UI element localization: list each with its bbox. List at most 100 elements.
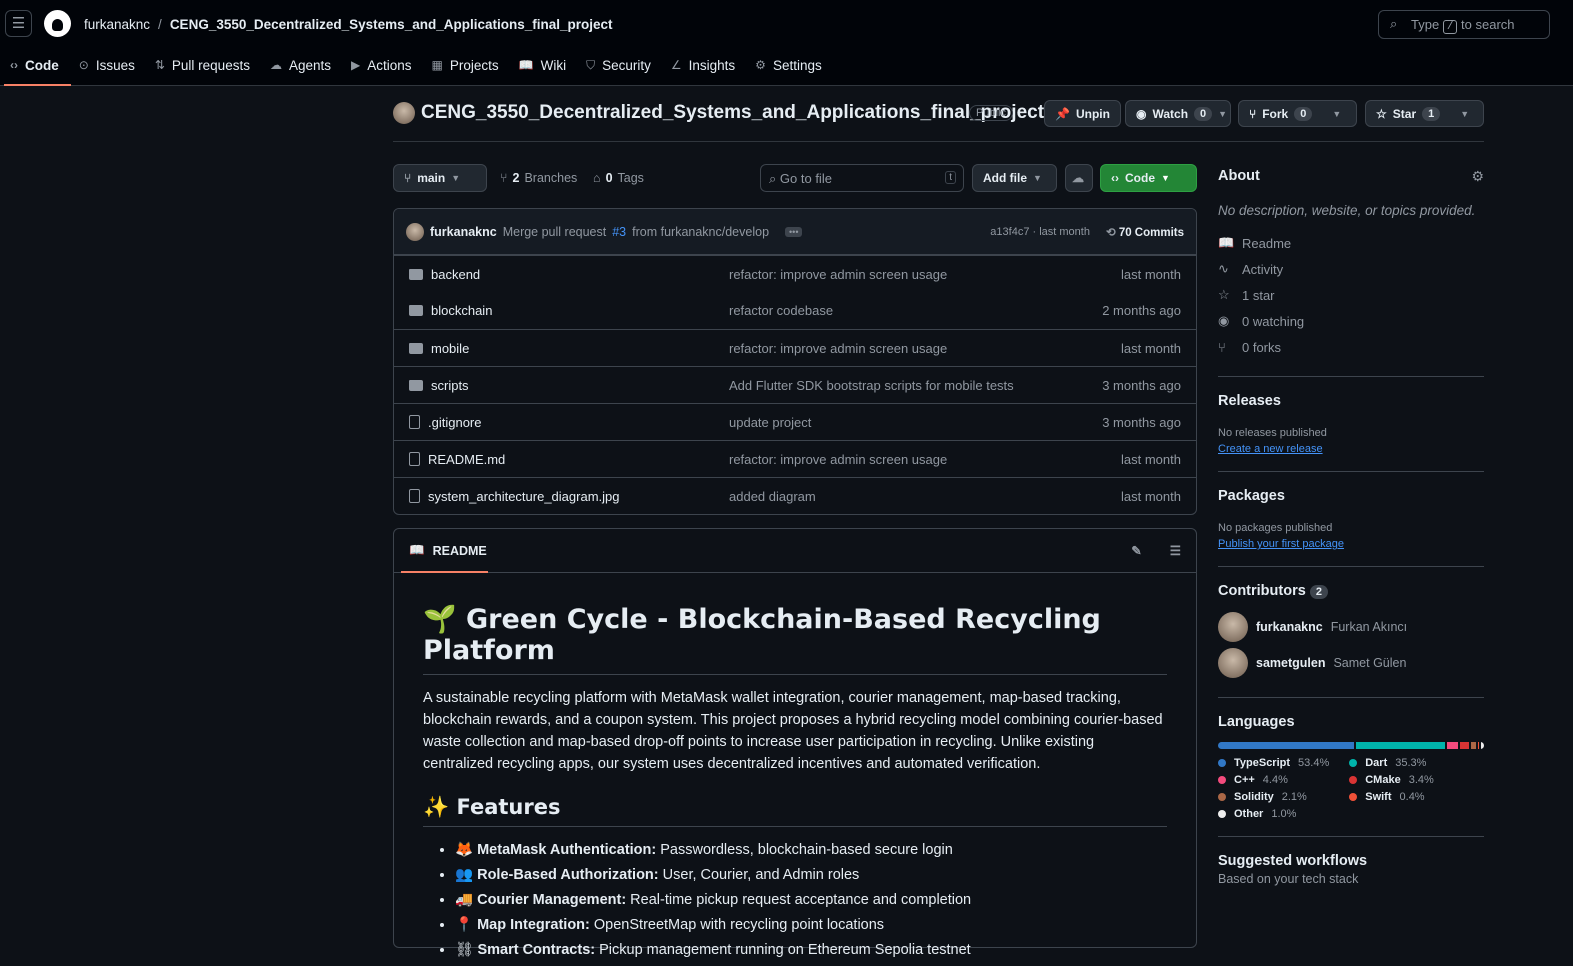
- chevron-down-icon: ▼: [1161, 173, 1170, 183]
- github-logo-icon[interactable]: [44, 10, 71, 37]
- file-icon: [409, 489, 420, 503]
- repo-link[interactable]: CENG_3550_Decentralized_Systems_and_Appl…: [170, 17, 613, 32]
- ellipsis-button[interactable]: •••: [785, 226, 803, 237]
- language-item[interactable]: Solidity 2.1%: [1218, 791, 1329, 803]
- about-item-icon: 📖: [1218, 235, 1235, 250]
- outline-icon[interactable]: ☰: [1170, 543, 1181, 558]
- table-row[interactable]: backend refactor: improve admin screen us…: [394, 255, 1196, 292]
- gear-icon[interactable]: ⚙: [1471, 168, 1484, 185]
- chevron-down-icon[interactable]: ▼: [1460, 109, 1469, 119]
- tab-insights[interactable]: ∠ Insights: [661, 52, 745, 78]
- tag-icon: ⌂: [593, 171, 601, 185]
- about-item[interactable]: ◉ 0 watching: [1218, 308, 1484, 334]
- insights-icon: ∠: [670, 58, 682, 72]
- table-row[interactable]: .gitignore update project 3 months ago: [394, 403, 1196, 440]
- tab-wiki[interactable]: 📖 Wiki: [509, 52, 576, 78]
- tab-issues[interactable]: ⊙ Issues: [69, 52, 145, 78]
- branch-select[interactable]: ⑂ main ▼: [393, 164, 487, 192]
- branches-link[interactable]: ⑂ 2 Branches: [500, 171, 577, 185]
- tab-readme[interactable]: 📖 README ✎ ☰: [394, 529, 1196, 573]
- file-icon: [409, 415, 420, 429]
- star-button[interactable]: ☆ Star 1 ▼: [1365, 100, 1484, 127]
- add-file-button[interactable]: Add file ▼: [972, 164, 1057, 192]
- table-row[interactable]: scripts Add Flutter SDK bootstrap scripts…: [394, 366, 1196, 403]
- contributor[interactable]: furkanaknc Furkan Akıncı: [1218, 609, 1484, 645]
- about-item[interactable]: 📖 Readme: [1218, 230, 1484, 256]
- search-icon: ⌕: [1390, 16, 1398, 31]
- language-dot-icon: [1218, 759, 1226, 767]
- tags-link[interactable]: ⌂ 0 Tags: [593, 171, 644, 185]
- create-release-link[interactable]: Create a new release: [1218, 443, 1323, 455]
- language-item[interactable]: TypeScript 53.4%: [1218, 757, 1329, 769]
- language-dot-icon: [1218, 776, 1226, 784]
- language-segment: [1355, 742, 1446, 749]
- go-to-file-input[interactable]: ⌕ Go to file t: [760, 164, 964, 192]
- pull-requests-icon: ⇅: [154, 58, 165, 72]
- language-item[interactable]: Other 1.0%: [1218, 808, 1329, 820]
- chevron-down-icon[interactable]: ▼: [1218, 109, 1227, 119]
- owner-avatar[interactable]: [393, 102, 415, 124]
- folder-icon: [409, 305, 423, 316]
- list-item: 👥 Role-Based Authorization: User, Courie…: [455, 866, 1167, 891]
- about-item-icon: ∿: [1218, 261, 1229, 276]
- avatar: [406, 222, 424, 241]
- language-item[interactable]: Swift 0.4%: [1349, 791, 1434, 803]
- fork-button[interactable]: ⑂ Fork 0 ▼: [1238, 100, 1357, 127]
- tab-security[interactable]: ⛉ Security: [576, 52, 661, 78]
- about-item[interactable]: ⑂ 0 forks: [1218, 334, 1484, 360]
- contributors-heading[interactable]: Contributors 2: [1218, 583, 1484, 599]
- pin-icon: 📌: [1055, 106, 1070, 121]
- global-header: ☰ furkanaknc / CENG_3550_Decentralized_Sys…: [0, 0, 1573, 86]
- language-segment: [1460, 742, 1470, 749]
- features-list: 🦊 MetaMask Authentication: Passwordless,…: [423, 841, 1167, 966]
- sidebar: About ⚙ No description, website, or topic…: [1218, 168, 1484, 886]
- divider: [393, 141, 1484, 142]
- language-item[interactable]: Dart 35.3%: [1349, 757, 1434, 769]
- latest-commit: furkanaknc Merge pull request #3 from furk…: [394, 209, 1196, 255]
- tab-actions[interactable]: ▶ Actions: [341, 52, 422, 78]
- tab-code[interactable]: ‹› Code: [0, 52, 71, 86]
- code-button[interactable]: ‹› Code ▼: [1100, 164, 1197, 192]
- avatar: [1218, 648, 1248, 678]
- history-icon: ⟲: [1105, 226, 1116, 239]
- language-dot-icon: [1349, 793, 1358, 801]
- tab-projects[interactable]: ▦ Projects: [422, 52, 509, 78]
- file-icon: [409, 452, 420, 466]
- language-segment: [1481, 742, 1484, 749]
- watch-button[interactable]: ◉ Watch 0 ▼: [1125, 100, 1231, 127]
- language-bar: [1218, 742, 1484, 749]
- table-row[interactable]: blockchain refactor codebase 2 months ago: [394, 292, 1196, 329]
- tab-pull-requests[interactable]: ⇅ Pull requests: [145, 52, 260, 78]
- publish-package-link[interactable]: Publish your first package: [1218, 538, 1344, 550]
- search-icon: ⌕: [769, 171, 777, 186]
- eye-icon: ◉: [1136, 106, 1147, 121]
- repo-nav: ‹› Code ⊙ Issues ⇅ Pull requests ☁ Agents ▶ Actio…: [0, 52, 832, 86]
- visibility-badge: Public: [969, 105, 1013, 121]
- language-item[interactable]: C++ 4.4%: [1218, 774, 1329, 786]
- owner-link[interactable]: furkanaknc: [84, 17, 150, 32]
- about-item-icon: ⑂: [1218, 339, 1226, 355]
- repo-title[interactable]: CENG_3550_Decentralized_Systems_and_Appl…: [421, 102, 1044, 124]
- table-row[interactable]: mobile refactor: improve admin screen usa…: [394, 329, 1196, 366]
- language-dot-icon: [1218, 810, 1226, 818]
- menu-button[interactable]: ☰: [5, 10, 32, 37]
- language-dot-icon: [1349, 776, 1358, 784]
- edit-icon[interactable]: ✎: [1131, 543, 1141, 558]
- tab-agents[interactable]: ☁ Agents: [260, 52, 341, 78]
- unpin-button[interactable]: 📌 Unpin: [1044, 100, 1121, 127]
- language-segment: [1218, 742, 1354, 749]
- tab-settings[interactable]: ⚙ Settings: [745, 52, 832, 78]
- search-input[interactable]: ⌕ Type / to search: [1378, 10, 1550, 39]
- codespaces-button[interactable]: ☁: [1065, 164, 1093, 192]
- commits-link[interactable]: ⟲ 70 Commits: [1106, 225, 1184, 239]
- about-item[interactable]: ∿ Activity: [1218, 256, 1484, 282]
- issues-icon: ⊙: [78, 58, 89, 72]
- language-item[interactable]: CMake 3.4%: [1349, 774, 1434, 786]
- contributor[interactable]: sametgulen Samet Gülen: [1218, 645, 1484, 681]
- language-segment: [1478, 742, 1480, 749]
- about-item[interactable]: ☆ 1 star: [1218, 282, 1484, 308]
- table-row[interactable]: README.md refactor: improve admin screen …: [394, 440, 1196, 477]
- table-row[interactable]: system_architecture_diagram.jpg added dia…: [394, 477, 1196, 514]
- chevron-down-icon[interactable]: ▼: [1332, 109, 1341, 119]
- features-heading: ✨ Features: [423, 795, 1167, 827]
